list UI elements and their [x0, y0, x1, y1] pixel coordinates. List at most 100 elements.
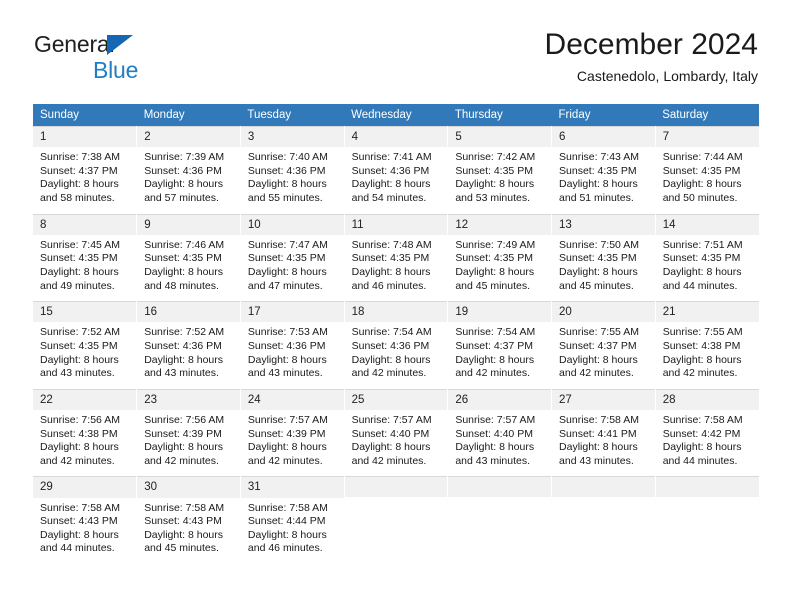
daylight-duration-line1: Daylight: 8 hours	[247, 528, 327, 541]
calendar-day-cell[interactable]: 13 Sunrise: 7:50 AM Sunset: 4:35 PM Dayligh…	[551, 213, 656, 294]
daylight-duration-line1: Daylight: 8 hours	[351, 353, 431, 366]
calendar-row-spacer	[33, 468, 759, 477]
calendar-day-cell[interactable]: 20 Sunrise: 7:55 AM Sunset: 4:37 PM Dayligh…	[551, 301, 656, 381]
sunset-time: Sunset: 4:35 PM	[40, 340, 118, 352]
daylight-duration-line1: Daylight: 8 hours	[662, 178, 742, 191]
day-number: 23	[137, 389, 240, 410]
calendar-day-cell[interactable]: 6 Sunrise: 7:43 AM Sunset: 4:35 PM Daylight…	[551, 125, 656, 206]
day-number: 6	[552, 127, 655, 148]
calendar-day-cell[interactable]: 19 Sunrise: 7:54 AM Sunset: 4:37 PM Dayligh…	[447, 301, 553, 381]
daylight-duration-line2: and 45 minutes.	[455, 279, 531, 292]
calendar-day-cell[interactable]: 1 Sunrise: 7:38 AM Sunset: 4:37 PM Daylight…	[33, 125, 138, 206]
calendar-day-cell[interactable]: 26 Sunrise: 7:57 AM Sunset: 4:40 PM Dayligh…	[447, 388, 553, 469]
daylight-duration-line2: and 42 minutes.	[144, 454, 219, 467]
calendar-header-row: Sunday Monday Tuesday Wednesday Thursday…	[33, 104, 759, 127]
sunrise-time: Sunrise: 7:54 AM	[455, 326, 536, 339]
daylight-duration-line1: Daylight: 8 hours	[351, 178, 431, 191]
daylight-duration-line1: Daylight: 8 hours	[40, 528, 119, 541]
calendar-day-cell[interactable]: 25 Sunrise: 7:57 AM Sunset: 4:40 PM Dayligh…	[344, 388, 449, 469]
calendar-cell-empty	[655, 476, 759, 556]
day-number: 1	[33, 127, 137, 148]
daylight-duration-line1: Daylight: 8 hours	[662, 441, 742, 454]
day-number: 5	[448, 127, 552, 148]
calendar-day-cell[interactable]: 21 Sunrise: 7:55 AM Sunset: 4:38 PM Dayligh…	[655, 301, 759, 381]
daylight-duration-line2: and 47 minutes.	[247, 279, 323, 292]
day-details: Sunrise: 7:43 AM Sunset: 4:35 PM Daylight:…	[552, 147, 655, 205]
calendar-day-cell[interactable]: 7 Sunrise: 7:44 AM Sunset: 4:35 PM Daylight…	[655, 125, 759, 206]
calendar-day-cell[interactable]: 30 Sunrise: 7:58 AM Sunset: 4:43 PM Dayligh…	[136, 476, 241, 556]
daylight-duration-line2: and 43 minutes.	[40, 367, 115, 380]
day-details: Sunrise: 7:44 AM Sunset: 4:35 PM Daylight:…	[656, 147, 759, 205]
sunset-time: Sunset: 4:41 PM	[559, 427, 637, 440]
calendar-day-cell[interactable]: 14 Sunrise: 7:51 AM Sunset: 4:35 PM Dayligh…	[655, 213, 759, 294]
brand-logo[interactable]: General Blue	[34, 33, 254, 85]
sunset-time: Sunset: 4:35 PM	[455, 252, 533, 265]
calendar-day-cell[interactable]: 5 Sunrise: 7:42 AM Sunset: 4:35 PM Daylight…	[447, 125, 553, 206]
page-subtitle: Castenedolo, Lombardy, Italy	[576, 68, 758, 84]
daylight-duration-line1: Daylight: 8 hours	[455, 353, 535, 366]
weekday-header-monday: Monday	[136, 104, 241, 127]
calendar-day-cell[interactable]: 10 Sunrise: 7:47 AM Sunset: 4:35 PM Dayligh…	[240, 213, 345, 294]
day-details: Sunrise: 7:57 AM Sunset: 4:40 PM Daylight:…	[345, 410, 448, 468]
day-number: 30	[137, 477, 240, 498]
day-number: 28	[655, 389, 759, 410]
calendar-day-cell[interactable]: 31 Sunrise: 7:58 AM Sunset: 4:44 PM Dayligh…	[240, 476, 345, 556]
calendar-day-cell[interactable]: 17 Sunrise: 7:53 AM Sunset: 4:36 PM Dayligh…	[240, 301, 345, 381]
calendar-day-cell[interactable]: 9 Sunrise: 7:46 AM Sunset: 4:35 PM Daylight…	[136, 213, 241, 294]
sunset-time: Sunset: 4:36 PM	[144, 164, 222, 177]
calendar-week-row: 29 Sunrise: 7:58 AM Sunset: 4:43 PM Dayligh…	[33, 476, 759, 556]
sunset-time: Sunset: 4:35 PM	[455, 164, 533, 177]
sunset-time: Sunset: 4:35 PM	[40, 252, 118, 265]
calendar-cell-empty	[344, 476, 449, 556]
calendar-day-cell[interactable]: 15 Sunrise: 7:52 AM Sunset: 4:35 PM Dayligh…	[33, 301, 138, 381]
sunset-time: Sunset: 4:35 PM	[559, 164, 637, 177]
daylight-duration-line2: and 50 minutes.	[662, 192, 738, 204]
day-details: Sunrise: 7:40 AM Sunset: 4:36 PM Daylight:…	[241, 147, 344, 205]
triangle-icon	[107, 35, 133, 55]
day-number	[552, 477, 655, 498]
calendar-week-row: 1 Sunrise: 7:38 AM Sunset: 4:37 PM Daylight…	[33, 125, 759, 206]
daylight-duration-line2: and 45 minutes.	[144, 542, 219, 555]
calendar-day-cell[interactable]: 4 Sunrise: 7:41 AM Sunset: 4:36 PM Daylight…	[344, 125, 449, 206]
daylight-duration-line2: and 46 minutes.	[247, 542, 323, 555]
daylight-duration-line1: Daylight: 8 hours	[40, 353, 119, 366]
sunrise-time: Sunrise: 7:58 AM	[559, 414, 639, 426]
day-details: Sunrise: 7:58 AM Sunset: 4:43 PM Daylight:…	[137, 498, 240, 556]
sunrise-time: Sunrise: 7:55 AM	[662, 326, 743, 339]
daylight-duration-line1: Daylight: 8 hours	[40, 441, 119, 454]
calendar-day-cell[interactable]: 11 Sunrise: 7:48 AM Sunset: 4:35 PM Dayligh…	[344, 213, 449, 294]
sunrise-time: Sunrise: 7:53 AM	[247, 326, 328, 339]
calendar-day-cell[interactable]: 16 Sunrise: 7:52 AM Sunset: 4:36 PM Dayligh…	[136, 301, 241, 381]
day-number: 31	[240, 477, 344, 498]
calendar-day-cell[interactable]: 28 Sunrise: 7:58 AM Sunset: 4:42 PM Dayligh…	[655, 388, 759, 469]
daylight-duration-line1: Daylight: 8 hours	[351, 266, 431, 278]
title-block: December 2024 Castenedolo, Lombardy, Ita…	[545, 28, 758, 85]
calendar-day-cell[interactable]: 27 Sunrise: 7:58 AM Sunset: 4:41 PM Dayligh…	[551, 388, 656, 469]
daylight-duration-line2: and 53 minutes.	[455, 192, 531, 204]
calendar-day-cell[interactable]: 24 Sunrise: 7:57 AM Sunset: 4:39 PM Dayligh…	[240, 388, 345, 469]
day-details: Sunrise: 7:48 AM Sunset: 4:35 PM Daylight:…	[345, 235, 448, 293]
calendar-day-cell[interactable]: 22 Sunrise: 7:56 AM Sunset: 4:38 PM Dayligh…	[33, 388, 138, 469]
calendar-day-cell[interactable]: 18 Sunrise: 7:54 AM Sunset: 4:36 PM Dayligh…	[344, 301, 449, 381]
day-details: Sunrise: 7:57 AM Sunset: 4:39 PM Daylight:…	[241, 410, 344, 468]
daylight-duration-line2: and 43 minutes.	[455, 454, 531, 467]
daylight-duration-line1: Daylight: 8 hours	[144, 441, 223, 454]
calendar-day-cell[interactable]: 12 Sunrise: 7:49 AM Sunset: 4:35 PM Dayligh…	[447, 213, 553, 294]
day-number	[344, 477, 448, 498]
calendar-row-spacer-cell	[33, 293, 759, 302]
day-details: Sunrise: 7:42 AM Sunset: 4:35 PM Daylight:…	[448, 147, 551, 205]
calendar-day-cell[interactable]: 8 Sunrise: 7:45 AM Sunset: 4:35 PM Daylight…	[33, 213, 138, 294]
calendar-day-cell[interactable]: 2 Sunrise: 7:39 AM Sunset: 4:36 PM Daylight…	[136, 125, 241, 206]
sunrise-time: Sunrise: 7:58 AM	[40, 501, 120, 514]
day-details: Sunrise: 7:49 AM Sunset: 4:35 PM Daylight:…	[448, 235, 551, 293]
calendar-day-cell[interactable]: 29 Sunrise: 7:58 AM Sunset: 4:43 PM Dayligh…	[33, 476, 138, 556]
calendar-day-cell[interactable]: 23 Sunrise: 7:56 AM Sunset: 4:39 PM Dayligh…	[136, 388, 241, 469]
daylight-duration-line1: Daylight: 8 hours	[559, 441, 638, 454]
calendar-day-cell[interactable]: 3 Sunrise: 7:40 AM Sunset: 4:36 PM Daylight…	[240, 125, 345, 206]
sunset-time: Sunset: 4:39 PM	[144, 427, 222, 440]
calendar-row-spacer	[33, 555, 759, 564]
daylight-duration-line1: Daylight: 8 hours	[455, 441, 535, 454]
sunset-time: Sunset: 4:38 PM	[40, 427, 118, 440]
daylight-duration-line1: Daylight: 8 hours	[662, 353, 742, 366]
daylight-duration-line1: Daylight: 8 hours	[247, 441, 327, 454]
